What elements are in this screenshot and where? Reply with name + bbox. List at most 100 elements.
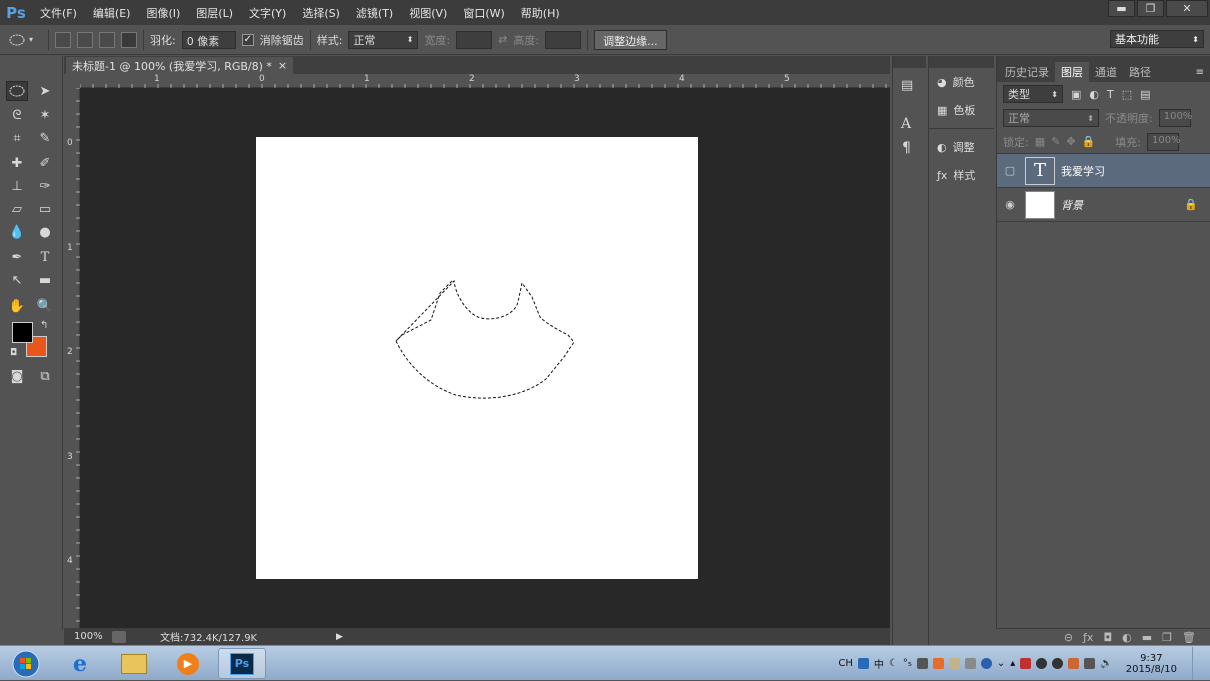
- lock-position-icon[interactable]: ✥: [1066, 135, 1075, 148]
- intersect-selection-icon[interactable]: [121, 31, 137, 48]
- volume-icon[interactable]: 🔊: [1100, 658, 1112, 669]
- layer-row-text[interactable]: ▢ T 我爱学习: [997, 154, 1210, 188]
- menu-layer[interactable]: 图层(L): [188, 5, 241, 21]
- minimize-button[interactable]: ▬: [1108, 0, 1135, 17]
- menu-edit[interactable]: 编辑(E): [85, 5, 139, 21]
- panel-collapse-bar[interactable]: [929, 56, 994, 68]
- new-adjustment-layer-icon[interactable]: ◐: [1122, 631, 1132, 644]
- add-to-selection-icon[interactable]: [77, 31, 93, 48]
- clock[interactable]: 9:37 2015/8/10: [1126, 653, 1177, 675]
- swatches-panel-button[interactable]: ▦ 色板: [929, 96, 994, 124]
- input-language-indicator[interactable]: CH: [838, 658, 853, 669]
- eraser-tool-icon[interactable]: ▱: [6, 199, 28, 219]
- elliptical-marquee-preset-icon[interactable]: ▾: [8, 33, 42, 47]
- filter-type-icon[interactable]: T: [1107, 88, 1114, 101]
- menu-type[interactable]: 文字(Y): [241, 5, 294, 21]
- opacity-input[interactable]: 100%: [1158, 109, 1192, 127]
- filter-kind-dropdown[interactable]: 类型 ⬍: [1003, 85, 1063, 103]
- workspace-dropdown[interactable]: 基本功能 ⬍: [1110, 30, 1204, 48]
- tab-history[interactable]: 历史记录: [999, 62, 1055, 82]
- filter-adjustment-icon[interactable]: ◐: [1089, 88, 1099, 101]
- paragraph-panel-icon[interactable]: ¶: [902, 140, 911, 156]
- vertical-ruler[interactable]: 0 1 2 3 4: [64, 88, 80, 628]
- feather-input[interactable]: 0 像素: [181, 30, 236, 49]
- new-layer-icon[interactable]: ❐: [1162, 631, 1172, 644]
- adjustments-panel-button[interactable]: ◐ 调整: [929, 133, 994, 161]
- ime-mode-icon[interactable]: 中: [874, 656, 884, 671]
- menu-file[interactable]: 文件(F): [32, 5, 85, 21]
- lock-transparent-icon[interactable]: ▦: [1035, 135, 1045, 148]
- subtract-selection-icon[interactable]: [99, 31, 115, 48]
- color-panel-button[interactable]: ◕ 颜色: [929, 68, 994, 96]
- refine-edge-button[interactable]: 调整边缘...: [594, 29, 667, 50]
- help-icon[interactable]: [980, 658, 992, 669]
- network-icon[interactable]: [1084, 658, 1096, 669]
- tab-channels[interactable]: 通道: [1089, 62, 1123, 82]
- eye-icon[interactable]: ◉: [1001, 198, 1019, 211]
- delete-layer-icon[interactable]: 🗑: [1182, 631, 1196, 644]
- history-brush-tool-icon[interactable]: ✑: [34, 176, 56, 196]
- status-expand-icon[interactable]: ▶: [336, 632, 343, 642]
- menu-view[interactable]: 视图(V): [401, 5, 455, 21]
- tab-layers[interactable]: 图层: [1055, 62, 1089, 82]
- lock-all-icon[interactable]: 🔒: [1082, 135, 1096, 148]
- zoom-level[interactable]: 100%: [64, 631, 104, 642]
- menu-window[interactable]: 窗口(W): [455, 5, 512, 21]
- panel-menu-icon[interactable]: ≡: [1196, 67, 1210, 82]
- menu-filter[interactable]: 滤镜(T): [348, 5, 401, 21]
- styles-panel-button[interactable]: ƒx 样式: [929, 161, 994, 189]
- tab-paths[interactable]: 路径: [1123, 62, 1157, 82]
- security-icon[interactable]: [1020, 658, 1032, 669]
- document-tab[interactable]: 未标题-1 @ 100% (我爱学习, RGB/8) * ×: [66, 57, 294, 74]
- hand-tool-icon[interactable]: ✋: [6, 296, 28, 316]
- settings-icon[interactable]: [964, 658, 976, 669]
- blend-mode-dropdown[interactable]: 正常 ⬍: [1003, 109, 1099, 127]
- zoom-tool-icon[interactable]: 🔍: [34, 296, 56, 316]
- media-player-icon[interactable]: ▶: [164, 648, 212, 679]
- filter-smart-object-icon[interactable]: ▤: [1140, 88, 1150, 101]
- default-colors-icon[interactable]: ◘: [10, 348, 17, 358]
- internet-explorer-icon[interactable]: e: [56, 648, 104, 679]
- add-mask-icon[interactable]: ◘: [1103, 631, 1112, 644]
- eyedropper-tool-icon[interactable]: ✎: [34, 128, 56, 148]
- blur-tool-icon[interactable]: 💧: [6, 222, 28, 242]
- filter-pixel-icon[interactable]: ▣: [1071, 88, 1081, 101]
- character-panel-icon[interactable]: A: [901, 116, 911, 132]
- height-input[interactable]: [545, 30, 582, 49]
- style-dropdown[interactable]: 正常 ⬍: [348, 30, 419, 49]
- tools-icon[interactable]: [948, 658, 960, 669]
- width-input[interactable]: [456, 30, 493, 49]
- layer-row-background[interactable]: ◉ 背景 🔒: [997, 188, 1210, 222]
- show-desktop-button[interactable]: [1192, 647, 1202, 680]
- close-button[interactable]: ✕: [1166, 0, 1208, 17]
- document-canvas[interactable]: [256, 137, 698, 579]
- move-tool-icon[interactable]: ➤: [34, 81, 56, 101]
- start-button[interactable]: [2, 648, 50, 679]
- history-panel-icon[interactable]: ▤: [901, 78, 913, 93]
- healing-brush-tool-icon[interactable]: ✚: [6, 153, 28, 173]
- photoshop-taskbar-icon[interactable]: Ps: [218, 648, 266, 679]
- close-document-icon[interactable]: ×: [278, 59, 287, 72]
- clone-stamp-tool-icon[interactable]: ⊥: [6, 176, 28, 196]
- swap-colors-icon[interactable]: ↰: [40, 320, 48, 331]
- screen-mode-icon[interactable]: ⧉: [34, 366, 56, 386]
- skin-icon[interactable]: [932, 658, 944, 669]
- filter-shape-icon[interactable]: ⬚: [1122, 88, 1132, 101]
- menu-help[interactable]: 帮助(H): [513, 5, 568, 21]
- layer-style-icon[interactable]: ƒx: [1083, 631, 1093, 644]
- path-selection-tool-icon[interactable]: ↖: [6, 270, 28, 290]
- show-hidden-icons[interactable]: ▴: [1010, 658, 1015, 669]
- ime-menu-icon[interactable]: ⌄: [997, 658, 1005, 669]
- antialias-checkbox[interactable]: ✓: [241, 33, 254, 46]
- ime-icon[interactable]: [857, 658, 869, 669]
- lock-image-icon[interactable]: ✎: [1051, 135, 1060, 148]
- status-menu-icon[interactable]: [112, 630, 126, 643]
- rectangle-tool-icon[interactable]: ▬: [34, 270, 56, 290]
- link-layers-icon[interactable]: ⊝: [1064, 631, 1073, 644]
- panel-collapse-bar[interactable]: [893, 56, 926, 68]
- layer-name[interactable]: 我爱学习: [1061, 163, 1105, 179]
- brush-tool-icon[interactable]: ✐: [34, 153, 56, 173]
- elliptical-marquee-tool-icon[interactable]: [6, 81, 28, 101]
- lasso-tool-icon[interactable]: ᘓ: [6, 105, 28, 125]
- fill-input[interactable]: 100%: [1146, 132, 1181, 151]
